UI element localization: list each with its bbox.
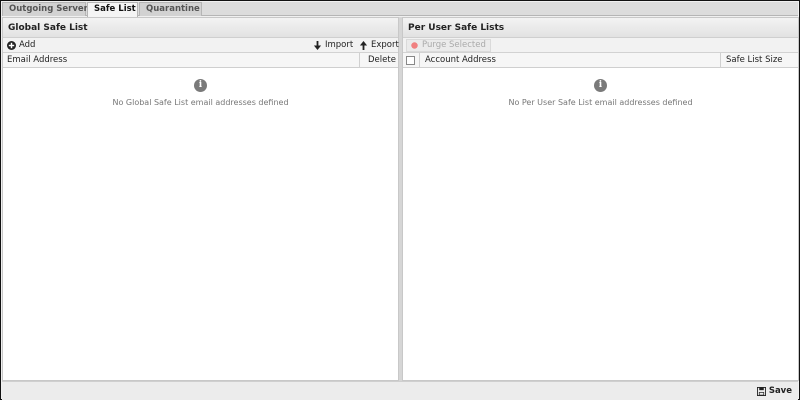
footer-bar: Save bbox=[2, 381, 798, 400]
app-frame: Outgoing Server Safe List Quarantine Glo… bbox=[0, 0, 800, 400]
arrow-up-icon bbox=[359, 41, 368, 50]
per-user-grid-header: Account Address Safe List Size bbox=[403, 53, 798, 68]
save-label: Save bbox=[768, 386, 792, 396]
tab-outgoing-server[interactable]: Outgoing Server bbox=[2, 2, 88, 16]
column-delete[interactable]: Delete bbox=[359, 53, 398, 68]
column-safe-list-size[interactable]: Safe List Size bbox=[720, 53, 798, 68]
add-button[interactable]: Add bbox=[7, 38, 35, 53]
save-button[interactable]: Save bbox=[756, 385, 792, 398]
export-button[interactable]: Export bbox=[359, 38, 399, 53]
import-label: Import bbox=[325, 40, 354, 50]
select-all-checkbox[interactable] bbox=[403, 53, 419, 68]
column-account-address[interactable]: Account Address bbox=[419, 53, 719, 68]
column-email-address[interactable]: Email Address bbox=[3, 53, 359, 68]
purge-selected-button[interactable]: Purge Selected bbox=[406, 39, 491, 52]
add-circle-icon bbox=[7, 41, 16, 50]
panel-title: Global Safe List bbox=[3, 18, 398, 38]
panel-title: Per User Safe Lists bbox=[403, 18, 798, 38]
purge-label: Purge Selected bbox=[422, 40, 486, 50]
arrow-down-icon bbox=[313, 41, 322, 50]
info-icon: i bbox=[594, 79, 607, 92]
per-user-empty-message: No Per User Safe List email addresses de… bbox=[508, 98, 693, 107]
info-icon: i bbox=[194, 79, 207, 92]
tab-bar: Outgoing Server Safe List Quarantine bbox=[2, 2, 798, 17]
tab-quarantine[interactable]: Quarantine bbox=[139, 2, 202, 16]
per-user-toolbar: Purge Selected bbox=[403, 38, 798, 53]
global-empty-message: No Global Safe List email addresses defi… bbox=[112, 98, 289, 107]
import-button[interactable]: Import bbox=[313, 38, 353, 53]
export-label: Export bbox=[371, 40, 399, 50]
global-grid-header: Email Address Delete bbox=[3, 53, 398, 68]
floppy-disk-icon bbox=[756, 387, 766, 396]
tab-safe-list[interactable]: Safe List bbox=[87, 2, 138, 17]
purge-dot-icon bbox=[410, 41, 419, 50]
global-toolbar: Add Import Export bbox=[3, 38, 399, 53]
global-safe-list-panel: Global Safe List Add Import Export Email… bbox=[2, 17, 399, 381]
per-user-safe-lists-panel: Per User Safe Lists Purge Selected Accou… bbox=[402, 17, 799, 381]
add-label: Add bbox=[19, 40, 36, 50]
